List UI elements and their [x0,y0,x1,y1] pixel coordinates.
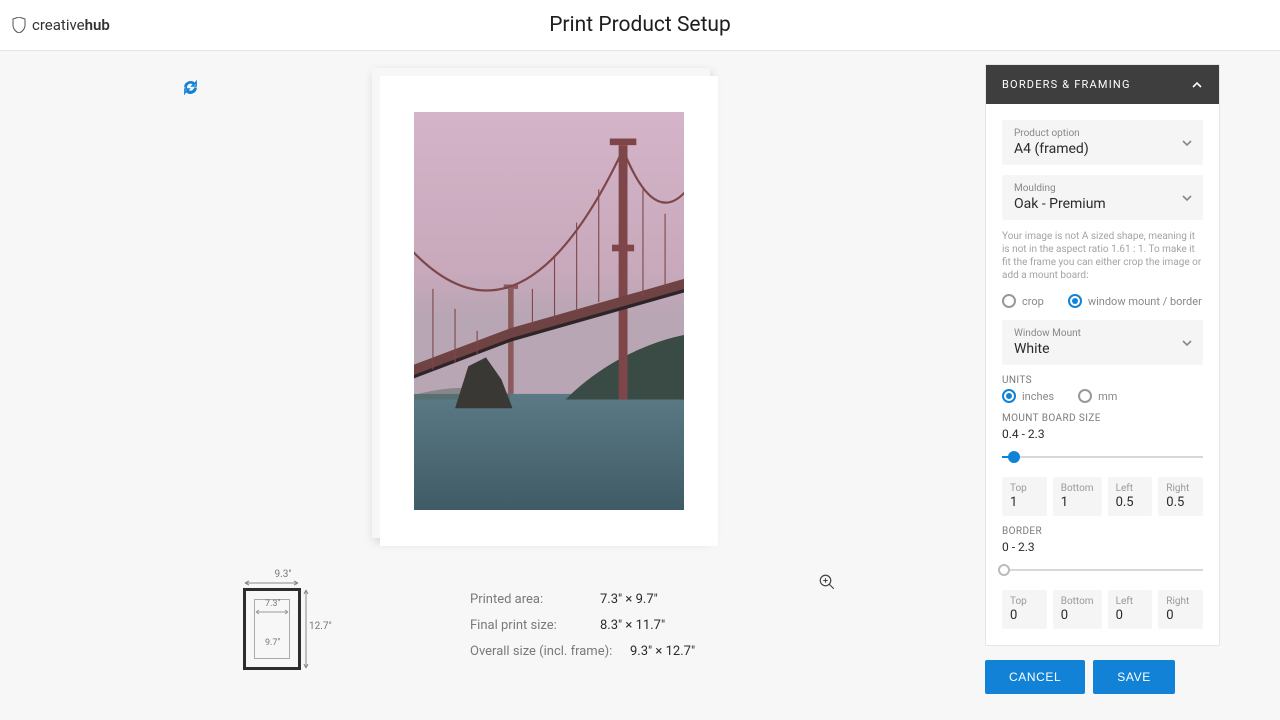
mount-size-slider[interactable] [1002,449,1203,465]
magnifier-plus-icon [818,573,836,591]
mount-left-input[interactable]: Left0.5 [1108,477,1153,516]
cancel-button[interactable]: CANCEL [985,660,1085,694]
dropdown-value: Oak - Premium [1014,196,1191,212]
frame-preview [372,68,710,538]
radio-label: window mount / border [1088,295,1202,308]
brand-text: creativehub [32,16,110,34]
refresh-button[interactable] [182,79,199,96]
panel-title: BORDERS & FRAMING [1002,78,1131,91]
radio-label: mm [1098,390,1117,403]
border-label: BORDER [1002,526,1203,537]
overall-size-value: 9.3" × 12.7" [630,639,695,665]
brand-logo[interactable]: creativehub [12,16,110,34]
frame-mount [380,76,718,546]
aspect-ratio-note: Your image is not A sized shape, meaning… [1002,230,1203,282]
dropdown-label: Window Mount [1014,328,1191,339]
diagram-width-outer: 9.3" [258,569,308,580]
save-button[interactable]: SAVE [1093,660,1175,694]
mount-top-input[interactable]: Top1 [1002,477,1047,516]
overall-size-label: Overall size (incl. frame): [470,639,620,665]
zoom-button[interactable] [818,573,836,591]
mount-size-range: 0.4 - 2.3 [1002,427,1203,441]
border-right-input[interactable]: Right0 [1158,590,1203,629]
dropdown-value: White [1014,341,1191,357]
diagram-height-inner: 9.7" [265,638,280,648]
units-inches-radio[interactable]: inches [1002,389,1054,403]
diagram-height-outer: 12.7" [309,621,332,632]
preview-area: 9.3" 7.3" 9.7" 12.7" Printed area: 7.3" ×… [0,51,985,720]
arrow-icon [243,580,303,586]
mount-bottom-input[interactable]: Bottom1 [1053,477,1102,516]
shield-icon [12,17,26,33]
diagram-width-inner: 7.3" [265,599,280,609]
page-title: Print Product Setup [549,13,731,37]
artwork-image [414,112,684,510]
printed-area-value: 7.3" × 9.7" [600,587,658,613]
arrow-icon [303,588,309,670]
mount-right-input[interactable]: Right0.5 [1158,477,1203,516]
window-mount-radio[interactable]: window mount / border [1068,294,1202,308]
dropdown-label: Product option [1014,128,1191,139]
mount-size-label: MOUNT BOARD SIZE [1002,413,1203,424]
settings-panel: BORDERS & FRAMING Product option A4 (fra… [985,64,1220,720]
dropdown-value: A4 (framed) [1014,141,1191,157]
crop-radio[interactable]: crop [1002,294,1044,308]
dropdown-label: Moulding [1014,183,1191,194]
radio-label: crop [1022,295,1044,308]
border-top-input[interactable]: Top0 [1002,590,1047,629]
size-specs: Printed area: 7.3" × 9.7" Final print siz… [470,587,695,665]
final-size-label: Final print size: [470,613,590,639]
border-left-input[interactable]: Left0 [1108,590,1153,629]
chevron-down-icon [1181,337,1193,349]
chevron-up-icon [1191,79,1203,91]
refresh-icon [182,79,199,96]
window-mount-dropdown[interactable]: Window Mount White [1002,320,1203,365]
arrow-icon [254,609,290,615]
printed-area-label: Printed area: [470,587,590,613]
radio-label: inches [1022,390,1054,403]
panel-header[interactable]: BORDERS & FRAMING [986,65,1219,104]
final-size-value: 8.3" × 11.7" [600,613,665,639]
units-mm-radio[interactable]: mm [1078,389,1117,403]
border-bottom-input[interactable]: Bottom0 [1053,590,1102,629]
chevron-down-icon [1181,137,1193,149]
app-header: creativehub Print Product Setup [0,0,1280,51]
border-slider[interactable] [1002,562,1203,578]
moulding-dropdown[interactable]: Moulding Oak - Premium [1002,175,1203,220]
border-range: 0 - 2.3 [1002,540,1203,554]
product-option-dropdown[interactable]: Product option A4 (framed) [1002,120,1203,165]
chevron-down-icon [1181,192,1193,204]
units-label: UNITS [1002,375,1203,386]
